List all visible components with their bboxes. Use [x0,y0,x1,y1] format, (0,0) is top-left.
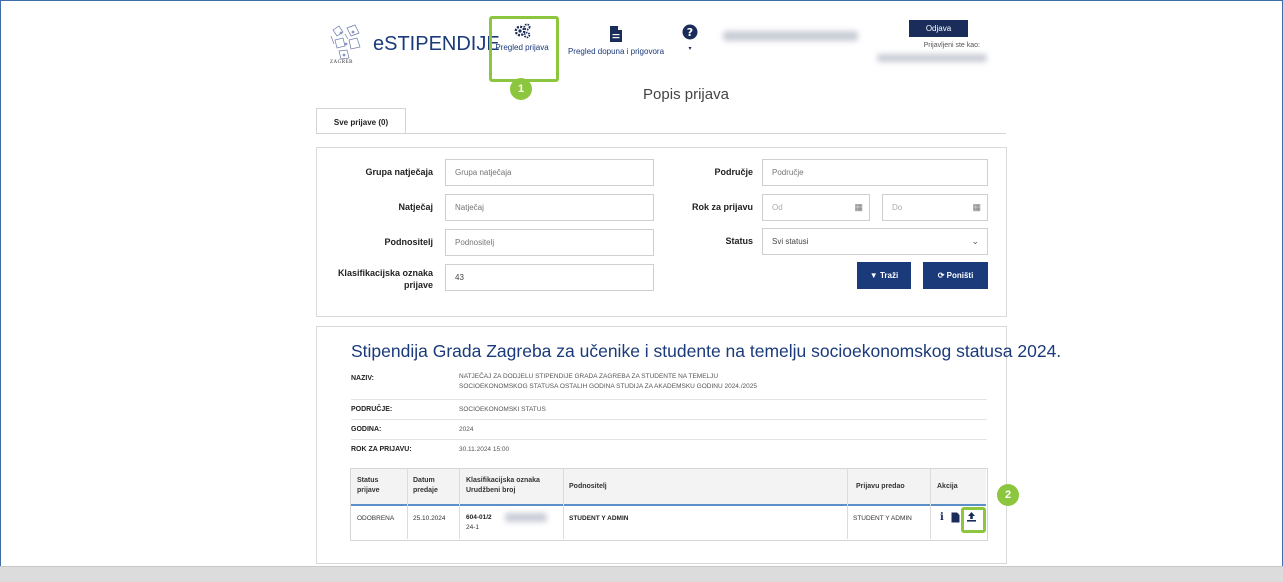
label-natjecaj: Natječaj [398,202,433,212]
nav-label-pregled-dopuna: Pregled dopuna i prigovora [567,47,665,56]
refresh-icon: ⟳ [937,271,945,280]
app-title[interactable]: eSTIPENDIJE [373,33,500,56]
upload-icon[interactable] [966,511,977,522]
document-icon [610,26,622,42]
th-status-line2: prijave [357,487,380,494]
date-from-placeholder: Od [772,203,783,212]
label-podrucje: Područje [714,167,753,177]
divider [351,399,987,400]
th-prijavu-predao: Prijavu predao [856,483,905,490]
user-name-redacted [723,31,858,41]
browser-viewport: ZAGREB eSTIPENDIJE Pregled prijava 1 Pre… [0,0,1283,568]
search-button[interactable]: ▼ Traži [857,262,911,289]
th-klasa-line1: Klasifikacijska oznaka [466,477,540,484]
date-to-input[interactable]: Do ▦ [882,194,988,221]
reset-button[interactable]: ⟳ Poništi [923,262,988,289]
divider [351,419,987,420]
nav-label-pregled-prijava: Pregled prijava [495,43,549,52]
help-icon: ? [682,24,698,40]
naziv-value-line2: SOCIOEKONOMSKOG STATUSA OSTALIH GODINA S… [459,383,757,390]
cell-datum: 25.10.2024 [413,515,446,522]
logo-city-name: ZAGREB [330,60,353,65]
podrucje-value: SOCIOEKONOMSKI STATUS [459,406,546,413]
cell-urbroj: 24-1 [466,524,480,531]
podrucje-label: PODRUČJE: [351,406,393,413]
nav-pregled-dopuna[interactable]: Pregled dopuna i prigovora [564,25,668,56]
cell-status: ODOBRENA [357,515,395,522]
label-klasifikacijska-oznaka: Klasifikacijska oznaka prijave [337,268,433,290]
col-divider [459,469,460,539]
tab-divider [316,133,1006,134]
grupa-natjecaja-input[interactable] [445,159,654,186]
natjecaj-input[interactable] [445,194,654,221]
logout-button[interactable]: Odjava [909,20,968,37]
naziv-value-line1: NATJEČAJ ZA DODJELU STIPENDIJE GRADA ZAG… [459,373,719,380]
status-select-value: Svi statusi [772,237,809,246]
svg-text:?: ? [687,26,693,39]
th-status-line1: Status [357,477,379,484]
status-select[interactable]: Svi statusi ⌄ [762,228,988,255]
col-divider [407,469,408,539]
nav-pregled-prijava[interactable]: Pregled prijava [491,23,553,52]
th-klasa-line2: Urudžbeni broj [466,487,516,494]
godina-label: GODINA: [351,426,382,433]
callout-badge-2: 2 [997,484,1019,506]
table-header-underline [351,504,986,506]
gears-icon [514,23,531,39]
date-from-input[interactable]: Od ▦ [762,194,870,221]
page-title: Popis prijava [643,86,729,103]
label-grupa-natjecaja: Grupa natječaja [365,167,433,177]
godina-value: 2024 [459,426,474,433]
naziv-label: NAZIV: [351,375,374,382]
cell-podnositelj: STUDENT Y ADMIN [569,515,629,522]
rok-label: ROK ZA PRIJAVU: [351,446,412,453]
klasa-redacted [505,513,547,522]
search-button-label: Traži [879,271,899,280]
logged-in-user-redacted [877,54,987,62]
caret-down-icon: ▾ [688,46,692,52]
competition-title: Stipendija Grada Zagreba za učenike i st… [351,341,1062,361]
label-podnositelj: Podnositelj [384,237,433,247]
cell-klasa: 604-01/2 [466,514,492,521]
th-podnositelj: Podnositelj [569,483,607,490]
th-datum-line2: predaje [413,487,438,494]
chevron-down-icon: ⌄ [971,236,979,246]
info-icon[interactable]: i [940,512,944,523]
filter-icon: ▼ [869,271,878,280]
zagreb-coat-of-arms-logo [330,24,361,60]
bottom-scroll-bar[interactable] [0,566,1283,582]
podnositelj-input[interactable] [445,229,654,256]
th-akcija: Akcija [937,483,958,490]
podrucje-input[interactable] [762,159,988,186]
rok-value: 30.11.2024 15:00 [459,446,510,453]
divider [351,439,987,440]
label-status: Status [725,236,753,246]
col-divider [930,469,931,539]
cell-prijavu-predao: STUDENT Y ADMIN [853,515,912,522]
calendar-icon[interactable]: ▦ [972,195,981,220]
klasifikacijska-oznaka-input[interactable] [445,264,654,291]
col-divider [563,469,564,539]
nav-help[interactable]: ? ▾ [681,24,699,53]
callout-badge-1: 1 [510,78,532,100]
logged-in-label: Prijavljeni ste kao: [923,42,980,49]
reset-button-label: Poništi [946,271,974,280]
label-rok-za-prijavu: Rok za prijavu [691,202,753,212]
col-divider [847,469,848,539]
date-to-placeholder: Do [892,203,903,212]
document-icon[interactable] [951,512,960,523]
calendar-icon[interactable]: ▦ [854,195,863,220]
th-datum-line1: Datum [413,477,435,484]
tab-sve-prijave[interactable]: Sve prijave (0) [316,108,406,134]
